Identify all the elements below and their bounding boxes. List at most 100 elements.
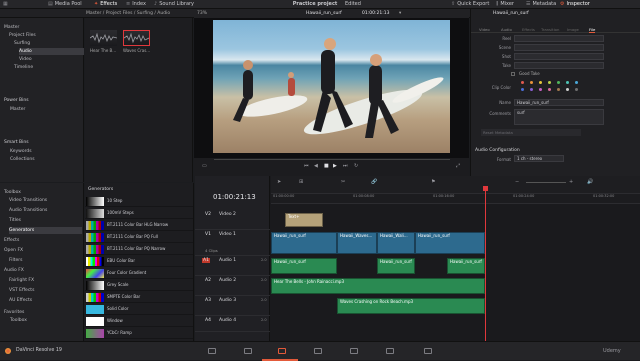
cut-page-icon[interactable] bbox=[244, 348, 252, 354]
music-clip[interactable]: Hear The Bells - John Rainacci.mp3 bbox=[271, 278, 485, 294]
metadata-field-input[interactable] bbox=[514, 35, 604, 42]
video-clip[interactable]: Hawaii_run_surf bbox=[415, 232, 485, 254]
generator-item[interactable]: 10 Step bbox=[85, 196, 193, 207]
index-button[interactable]: ≡ Index bbox=[126, 0, 146, 9]
fusion-page-icon[interactable] bbox=[314, 348, 322, 354]
clip-color-swatch[interactable] bbox=[548, 88, 551, 91]
zoom-out-icon[interactable]: − bbox=[515, 180, 519, 185]
link-icon[interactable]: 🔗 bbox=[371, 180, 377, 185]
clip-color-swatch[interactable] bbox=[566, 81, 569, 84]
effects-category[interactable]: Audio Transitions bbox=[9, 207, 82, 214]
bin-item[interactable]: Master bbox=[4, 24, 84, 31]
audio-clip-thumbnail[interactable] bbox=[89, 30, 118, 46]
tab-file[interactable]: File bbox=[589, 27, 596, 33]
metadata-field-input[interactable] bbox=[514, 62, 604, 69]
track-header[interactable]: A3 Audio 3 2.0 bbox=[195, 296, 270, 316]
metadata-field-input[interactable] bbox=[514, 44, 604, 51]
toolbox-title[interactable]: Toolbox bbox=[4, 189, 21, 196]
clip-color-swatch[interactable] bbox=[521, 81, 524, 84]
smart-bin-keywords[interactable]: Keywords bbox=[10, 148, 32, 155]
clip-color-swatch[interactable] bbox=[530, 81, 533, 84]
bin-item[interactable]: Video bbox=[19, 56, 84, 63]
metadata-button[interactable]: ☰ Metadata bbox=[526, 0, 556, 9]
stop-icon[interactable]: ■ bbox=[324, 164, 329, 169]
generator-item[interactable]: SMPTE Color Bar bbox=[85, 292, 193, 303]
blade-icon[interactable]: ✂ bbox=[341, 180, 345, 185]
media-page-icon[interactable] bbox=[208, 348, 216, 354]
tab-effects[interactable]: Effects bbox=[522, 27, 535, 32]
flag-icon[interactable]: ⚑ bbox=[431, 180, 435, 185]
favorites-toolbox[interactable]: Toolbox bbox=[10, 317, 27, 324]
generator-item[interactable]: BT.2111 Color Bar PQ Narrow bbox=[85, 244, 193, 255]
effects-category[interactable]: Filters bbox=[9, 257, 82, 264]
audio-clip-thumbnail-selected[interactable] bbox=[123, 30, 150, 46]
generator-item[interactable]: Four Color Gradient bbox=[85, 268, 193, 279]
tab-audio[interactable]: Audio bbox=[501, 27, 512, 32]
fullscreen-icon[interactable]: ⤢ bbox=[456, 164, 460, 169]
playhead[interactable] bbox=[485, 186, 486, 341]
favorites-title[interactable]: Favorites bbox=[4, 309, 24, 316]
good-take-checkbox[interactable] bbox=[511, 72, 515, 76]
clip-color-swatch[interactable] bbox=[557, 81, 560, 84]
audio-clip[interactable]: Hawaii_run_surf bbox=[447, 258, 485, 274]
text-plus-clip[interactable]: Text+ bbox=[285, 213, 323, 227]
effects-category[interactable]: Titles bbox=[9, 217, 82, 224]
playhead-handle[interactable] bbox=[483, 186, 488, 191]
clip-color-swatch[interactable] bbox=[566, 88, 569, 91]
fairlight-page-icon[interactable] bbox=[386, 348, 394, 354]
comments-field[interactable]: surf bbox=[514, 109, 604, 125]
effects-category[interactable]: Fairlight FX bbox=[9, 277, 82, 284]
media-pool-button[interactable]: ▤ Media Pool bbox=[48, 0, 82, 9]
track-header[interactable]: V1 Video 1 4 Clips bbox=[195, 230, 270, 256]
audio-clip[interactable]: Hawaii_run_surf bbox=[377, 258, 415, 274]
bin-item[interactable]: Timeline bbox=[14, 64, 84, 71]
generator-item[interactable]: Solid Color bbox=[85, 304, 193, 315]
track-header[interactable]: A4 Audio 4 2.0 bbox=[195, 316, 270, 332]
clip-color-swatch[interactable] bbox=[539, 81, 542, 84]
effects-category[interactable]: Audio FX bbox=[4, 267, 82, 274]
generator-item[interactable]: BT.2111 Color Bar PQ Full bbox=[85, 232, 193, 243]
scrubber-bar[interactable] bbox=[214, 159, 450, 160]
track-header[interactable]: A1 Audio 1 2.0 bbox=[195, 256, 270, 276]
viewer-options-icon[interactable]: ▭ bbox=[202, 164, 207, 169]
zoom-slider[interactable] bbox=[526, 182, 566, 183]
generator-item[interactable]: Window bbox=[85, 316, 193, 327]
color-page-icon[interactable] bbox=[350, 348, 358, 354]
tab-video[interactable]: Video bbox=[479, 27, 490, 32]
effects-category[interactable]: Open FX bbox=[4, 247, 82, 254]
timeline-dropdown[interactable]: ▾ bbox=[399, 9, 401, 18]
pointer-icon[interactable]: ➤ bbox=[277, 180, 281, 185]
generator-item[interactable]: YCbCr Ramp bbox=[85, 328, 193, 339]
quick-export-button[interactable]: ⇪ Quick Export bbox=[451, 0, 489, 9]
tab-transition[interactable]: Transition bbox=[541, 27, 559, 32]
expand-icon[interactable]: ▦ bbox=[3, 0, 10, 9]
video-frame[interactable] bbox=[213, 20, 450, 153]
skip-forward-icon[interactable]: ⏭ bbox=[343, 164, 348, 169]
timeline-ruler[interactable]: 01:00:00:00 01:00:08:00 01:00:16:00 01:00:2… bbox=[271, 194, 640, 204]
clip-color-swatch[interactable] bbox=[530, 88, 533, 91]
power-bin-master[interactable]: Master bbox=[10, 106, 25, 113]
ambience-clip[interactable]: Waves Crashing on Rock Beach.mp3 bbox=[337, 298, 485, 314]
name-field[interactable]: Hawaii_run_surf bbox=[514, 99, 604, 106]
effects-category[interactable]: Generators bbox=[9, 227, 82, 234]
mixer-button[interactable]: ⫼ Mixer bbox=[496, 0, 514, 9]
clip-color-swatch[interactable] bbox=[557, 88, 560, 91]
skip-back-icon[interactable]: ⏮ bbox=[304, 164, 309, 169]
zoom-in-icon[interactable]: + bbox=[569, 180, 573, 185]
video-clip[interactable]: Hawaii_Wali... bbox=[377, 232, 415, 254]
generator-item[interactable]: 100mV Steps bbox=[85, 208, 193, 219]
bin-item[interactable]: Audio bbox=[19, 48, 84, 55]
smart-bin-collections[interactable]: Collections bbox=[10, 156, 35, 163]
clip-color-swatch[interactable] bbox=[575, 81, 578, 84]
clip-color-swatch[interactable] bbox=[539, 88, 542, 91]
clip-color-swatch[interactable] bbox=[575, 88, 578, 91]
video-clip[interactable]: Hawaii_Waves... bbox=[337, 232, 377, 254]
video-clip[interactable]: Hawaii_run_surf bbox=[271, 232, 337, 254]
play-icon[interactable]: ▶ bbox=[333, 164, 337, 169]
tab-image[interactable]: Image bbox=[567, 27, 579, 32]
bin-item[interactable]: Project Files bbox=[9, 32, 84, 39]
effects-category[interactable]: Effects bbox=[4, 237, 82, 244]
edit-page-icon[interactable] bbox=[278, 348, 286, 354]
effects-category[interactable]: VST Effects bbox=[9, 287, 82, 294]
track-header[interactable]: V2 Video 2 bbox=[195, 210, 270, 230]
